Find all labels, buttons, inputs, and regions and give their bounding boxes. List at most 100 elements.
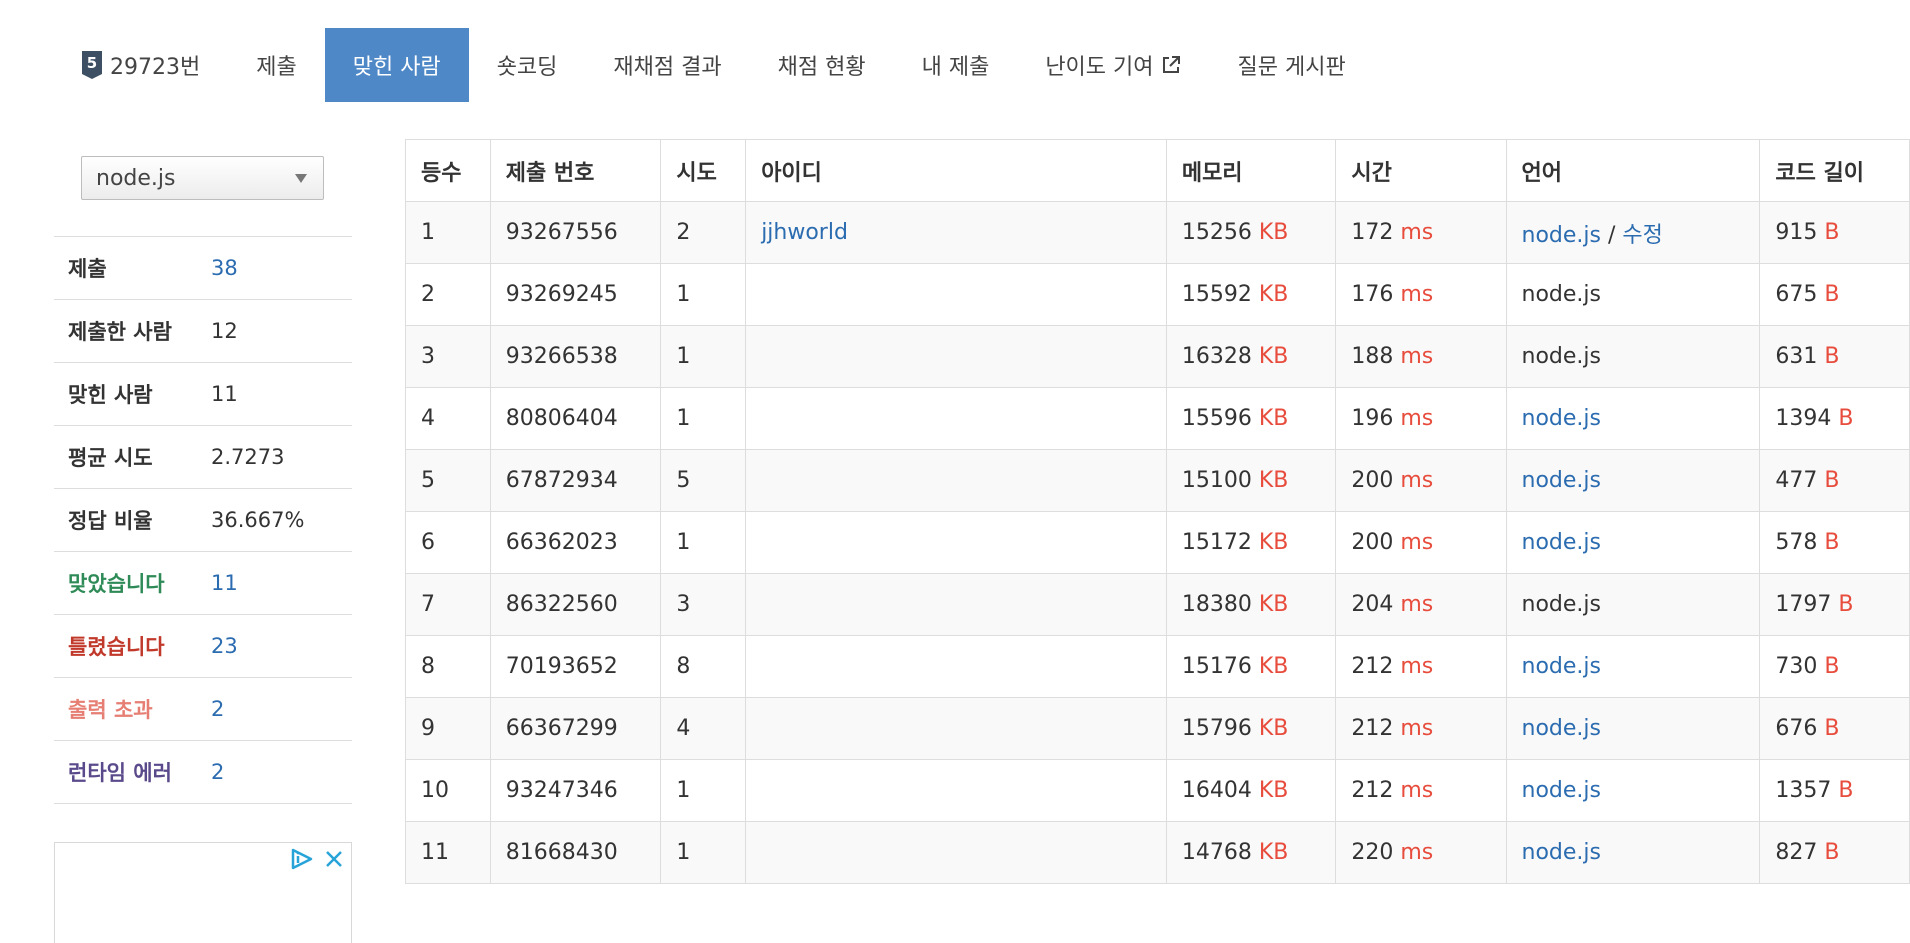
nav-solved-users[interactable]: 맞힌 사람: [324, 28, 469, 102]
header-time: 시간: [1335, 139, 1507, 202]
stat-label: 맞았습니다: [68, 572, 165, 596]
svg-text:5: 5: [87, 54, 97, 72]
length-unit: B: [1824, 282, 1840, 307]
cell-language[interactable]: node.js / 수정: [1505, 201, 1761, 264]
cell-code-length: 915 B: [1759, 201, 1910, 264]
cell-submission: 70193652: [489, 635, 662, 698]
stat-row: 틀렸습니다 23: [54, 615, 352, 678]
cell-user[interactable]: jjhworld: [745, 201, 1167, 264]
cell-submission: 81668430: [489, 821, 662, 884]
user-link[interactable]: jjhworld: [761, 220, 848, 245]
memory-unit: KB: [1258, 592, 1289, 617]
nav-my-submissions[interactable]: 내 제출: [894, 28, 1018, 102]
nav-difficulty-contribution[interactable]: 난이도 기여: [1017, 28, 1209, 102]
cell-rank: 10: [405, 759, 491, 822]
cell-rank: 4: [405, 387, 491, 450]
cell-language: node.js: [1505, 573, 1761, 636]
cell-language[interactable]: node.js: [1505, 759, 1761, 822]
adchoices-icon[interactable]: [289, 847, 315, 871]
length-value: 631: [1775, 344, 1818, 369]
cell-language[interactable]: node.js: [1505, 511, 1761, 574]
memory-value: 15596: [1181, 406, 1252, 431]
language-value[interactable]: node.js: [1522, 840, 1601, 865]
cell-submission: 66362023: [489, 511, 662, 574]
nav-submit[interactable]: 제출: [228, 28, 324, 102]
table-header-row: 등수 제출 번호 시도 아이디 메모리 시간 언어 코드 길이: [405, 139, 1910, 202]
cell-time: 212 ms: [1335, 759, 1507, 822]
cell-rank: 5: [405, 449, 491, 512]
time-unit: ms: [1400, 592, 1434, 617]
length-value: 675: [1775, 282, 1818, 307]
memory-unit: KB: [1258, 406, 1289, 431]
stat-label: 제출한 사람: [68, 320, 172, 344]
stat-row: 제출 38: [54, 237, 352, 300]
time-value: 172: [1351, 220, 1394, 245]
stat-value[interactable]: 11: [211, 571, 238, 595]
stat-label: 틀렸습니다: [68, 635, 165, 659]
time-value: 176: [1351, 282, 1394, 307]
nav-qna-board[interactable]: 질문 게시판: [1210, 28, 1374, 102]
close-icon[interactable]: [323, 848, 345, 870]
cell-rank: 7: [405, 573, 491, 636]
cell-attempts: 1: [660, 387, 747, 450]
language-value[interactable]: node.js: [1522, 716, 1601, 741]
stat-value[interactable]: 2: [211, 697, 224, 721]
tier-badge-icon: 5: [82, 51, 102, 79]
cell-language: node.js: [1505, 325, 1761, 388]
header-attempts: 시도: [660, 139, 747, 202]
cell-code-length: 827 B: [1759, 821, 1910, 884]
table-row: 5 67872934 5 15100 KB 200 ms node.js 477 B: [405, 449, 1910, 512]
stat-value[interactable]: 38: [211, 256, 238, 280]
cell-language[interactable]: node.js: [1505, 697, 1761, 760]
nav-difficulty-label: 난이도 기여: [1045, 55, 1154, 80]
time-value: 196: [1351, 406, 1394, 431]
stat-value[interactable]: 23: [211, 634, 238, 658]
length-value: 1357: [1775, 778, 1832, 803]
table-row: 2 93269245 1 15592 KB 176 ms node.js 675 B: [405, 263, 1910, 326]
language-value[interactable]: node.js: [1522, 654, 1601, 679]
nav-rejudge-results[interactable]: 재채점 결과: [585, 28, 749, 102]
ad-controls: [289, 847, 345, 871]
cell-rank: 9: [405, 697, 491, 760]
language-select-value: node.js: [96, 165, 176, 191]
cell-time: 204 ms: [1335, 573, 1507, 636]
stat-row: 정답 비율 36.667%: [54, 489, 352, 552]
stat-row: 런타임 에러 2: [54, 741, 352, 804]
language-value[interactable]: node.js: [1522, 223, 1601, 248]
language-select[interactable]: node.js: [81, 156, 324, 200]
language-value[interactable]: node.js: [1522, 530, 1601, 555]
edit-link[interactable]: 수정: [1622, 223, 1662, 248]
table-row: 6 66362023 1 15172 KB 200 ms node.js 578 B: [405, 511, 1910, 574]
cell-language[interactable]: node.js: [1505, 821, 1761, 884]
cell-time: 220 ms: [1335, 821, 1507, 884]
cell-language[interactable]: node.js: [1505, 449, 1761, 512]
cell-submission: 86322560: [489, 573, 662, 636]
nav-short-coding[interactable]: 숏코딩: [469, 28, 586, 102]
cell-rank: 8: [405, 635, 491, 698]
stat-label: 출력 초과: [68, 698, 153, 722]
language-value[interactable]: node.js: [1522, 406, 1601, 431]
length-unit: B: [1824, 654, 1840, 679]
cell-time: 196 ms: [1335, 387, 1507, 450]
time-unit: ms: [1400, 778, 1434, 803]
cell-attempts: 1: [660, 263, 747, 326]
header-submission: 제출 번호: [489, 139, 662, 202]
time-unit: ms: [1400, 840, 1434, 865]
cell-language[interactable]: node.js: [1505, 635, 1761, 698]
cell-memory: 16404 KB: [1165, 759, 1337, 822]
stat-value: 12: [211, 319, 238, 343]
ad-box: [54, 842, 352, 943]
nav-judge-status[interactable]: 채점 현황: [750, 28, 894, 102]
cell-submission: 66367299: [489, 697, 662, 760]
stat-value[interactable]: 2: [211, 760, 224, 784]
language-value[interactable]: node.js: [1522, 468, 1601, 493]
cell-time: 188 ms: [1335, 325, 1507, 388]
ranking-table-wrap: 등수 제출 번호 시도 아이디 메모리 시간 언어 코드 길이 1 9326755…: [405, 139, 1910, 884]
language-value[interactable]: node.js: [1522, 778, 1601, 803]
memory-unit: KB: [1258, 716, 1289, 741]
nav-problem[interactable]: 5 29723번: [60, 28, 228, 102]
cell-language[interactable]: node.js: [1505, 387, 1761, 450]
table-row: 1 93267556 2 jjhworld 15256 KB 172 ms node.js …: [405, 201, 1910, 264]
length-unit: B: [1824, 220, 1840, 245]
time-unit: ms: [1400, 344, 1434, 369]
